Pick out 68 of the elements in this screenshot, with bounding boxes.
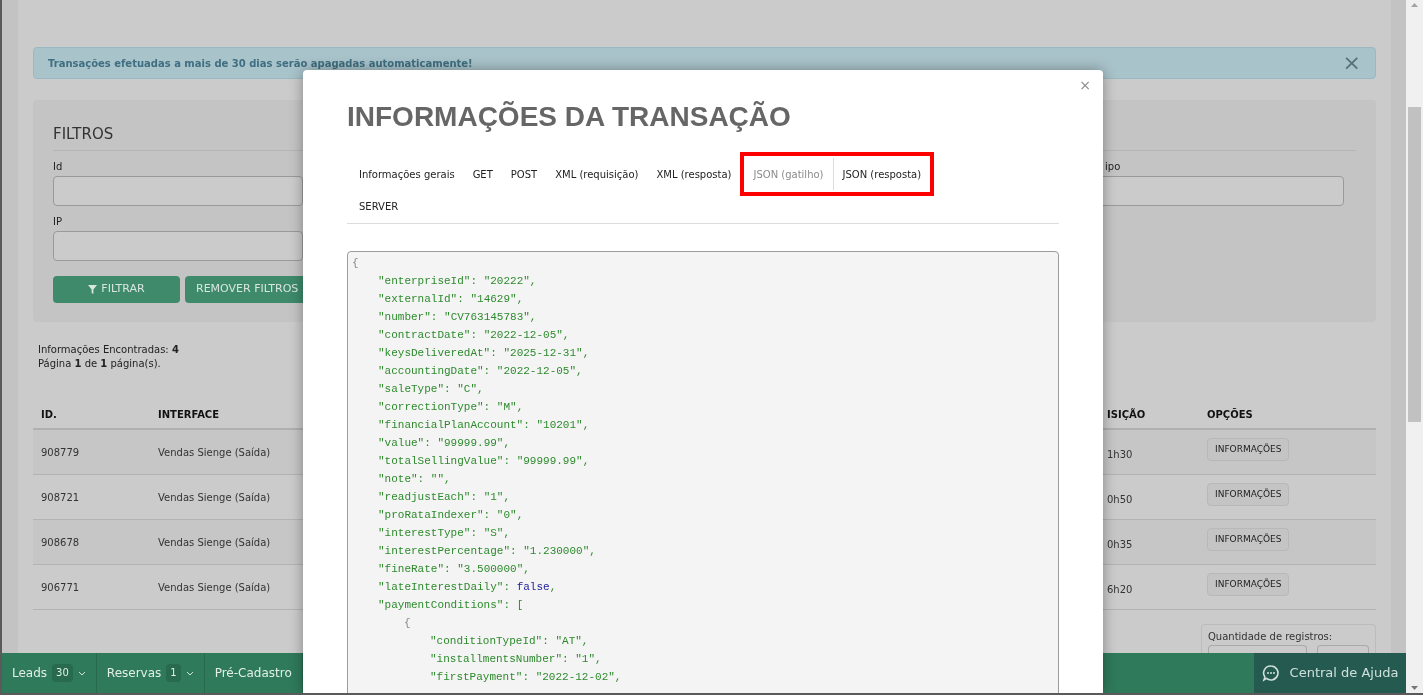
table-cell: Vendas Sienge (Saída) — [158, 536, 271, 548]
field-label: IP — [53, 215, 62, 229]
code-line: "proRataIndexer": "0", — [378, 507, 524, 523]
table-cell: 0h35 — [1107, 539, 1133, 550]
info-button[interactable]: INFORMAÇÕES — [1207, 483, 1290, 506]
tab[interactable]: Informações gerais — [350, 158, 464, 190]
footer-tab[interactable]: Leads 30 — [2, 653, 97, 693]
code-line: "value": "99999.99", — [378, 435, 511, 451]
field-label: Quantidade de registros: — [1208, 631, 1333, 642]
tab[interactable]: JSON (resposta) — [833, 158, 931, 190]
code-line: "conditionTypeId": "AT", — [430, 633, 589, 649]
tab[interactable]: XML (resposta) — [647, 158, 741, 190]
alert-text: Transações efetuadas a mais de 30 dias serão apagadas automaticamente! — [48, 56, 473, 71]
code-line: "contractDate": "2022-12-05", — [378, 327, 570, 343]
tab[interactable]: SERVER — [350, 190, 408, 222]
results-count: Informações Encontradas: 4 — [38, 343, 179, 357]
code-line: "note": "", — [378, 471, 451, 487]
code-line: "installmentsNumber": "1", — [430, 651, 602, 667]
column-header: INTERFACE — [158, 409, 220, 420]
table-cell: 908678 — [41, 536, 80, 548]
table-cell: 1h30 — [1107, 449, 1133, 460]
code-line: "saleType": "C", — [378, 381, 484, 397]
code-line: "accountingDate": "2022-12-05", — [378, 363, 583, 379]
code-line: "correctionType": "M", — [378, 399, 524, 415]
code-line: "readjustEach": "1", — [378, 489, 511, 505]
tab[interactable]: XML (requisição) — [546, 158, 648, 190]
tab[interactable]: GET — [463, 158, 502, 190]
info-button[interactable]: INFORMAÇÕES — [1207, 528, 1290, 551]
count-badge: 30 — [52, 664, 73, 682]
code-line: "totalSellingValue": "99999.99", — [378, 453, 590, 469]
table-cell: 0h50 — [1107, 494, 1133, 505]
field-label: Id — [53, 160, 63, 174]
column-header: OPÇÕES — [1207, 409, 1253, 420]
column-header: ISIÇÃO — [1107, 409, 1146, 420]
table-cell: 6h20 — [1107, 584, 1133, 595]
code-line: "number": "CV763145783", — [378, 309, 537, 325]
count-badge: 1 — [166, 664, 181, 682]
page-info: Página 1 de 1 página(s). — [38, 357, 161, 371]
code-line: "interestType": "S", — [378, 525, 511, 541]
close-button[interactable]: × — [1079, 78, 1091, 92]
footer-tab[interactable]: Reservas 1 — [96, 653, 205, 693]
tab[interactable]: POST — [501, 158, 547, 190]
table-cell: 908721 — [41, 491, 80, 503]
code-line: "financialPlanAccount": "10201", — [378, 417, 590, 433]
tab[interactable]: JSON (gatilho) — [744, 158, 834, 190]
table-cell: 908779 — [41, 446, 80, 458]
code-line: "paymentConditions": [ — [378, 597, 524, 613]
code-line: "fineRate": "3.500000", — [378, 561, 530, 577]
footer-tab[interactable]: Pré-Cadastro — [204, 653, 303, 693]
column-header: ID. — [41, 409, 57, 420]
code-line: "enterpriseId": "20222", — [378, 273, 537, 289]
code-line: "keysDeliveredAt": "2025-12-31", — [378, 345, 590, 361]
table-cell: Vendas Sienge (Saída) — [158, 491, 271, 503]
help-center-button[interactable]: Central de Ajuda — [1254, 653, 1406, 693]
table-cell: 906771 — [41, 581, 80, 593]
table-cell: Vendas Sienge (Saída) — [158, 446, 271, 458]
code-line: "lateInterestDaily": false, — [378, 579, 557, 595]
code-line: "firstPayment": "2022-12-02", — [430, 669, 622, 685]
table-cell: Vendas Sienge (Saída) — [158, 581, 271, 593]
info-button[interactable]: INFORMAÇÕES — [1207, 438, 1290, 461]
code-line: "interestPercentage": "1.230000", — [378, 543, 596, 559]
code-brace: { — [352, 255, 359, 271]
modal-title: INFORMAÇÕES DA TRANSAÇÃO — [347, 100, 792, 134]
info-button[interactable]: INFORMAÇÕES — [1207, 573, 1290, 596]
code-brace: { — [404, 615, 411, 631]
field-label: ipo — [1105, 160, 1121, 174]
code-line: "externalId": "14629", — [378, 291, 524, 307]
panel-title: FILTROS — [53, 125, 114, 143]
